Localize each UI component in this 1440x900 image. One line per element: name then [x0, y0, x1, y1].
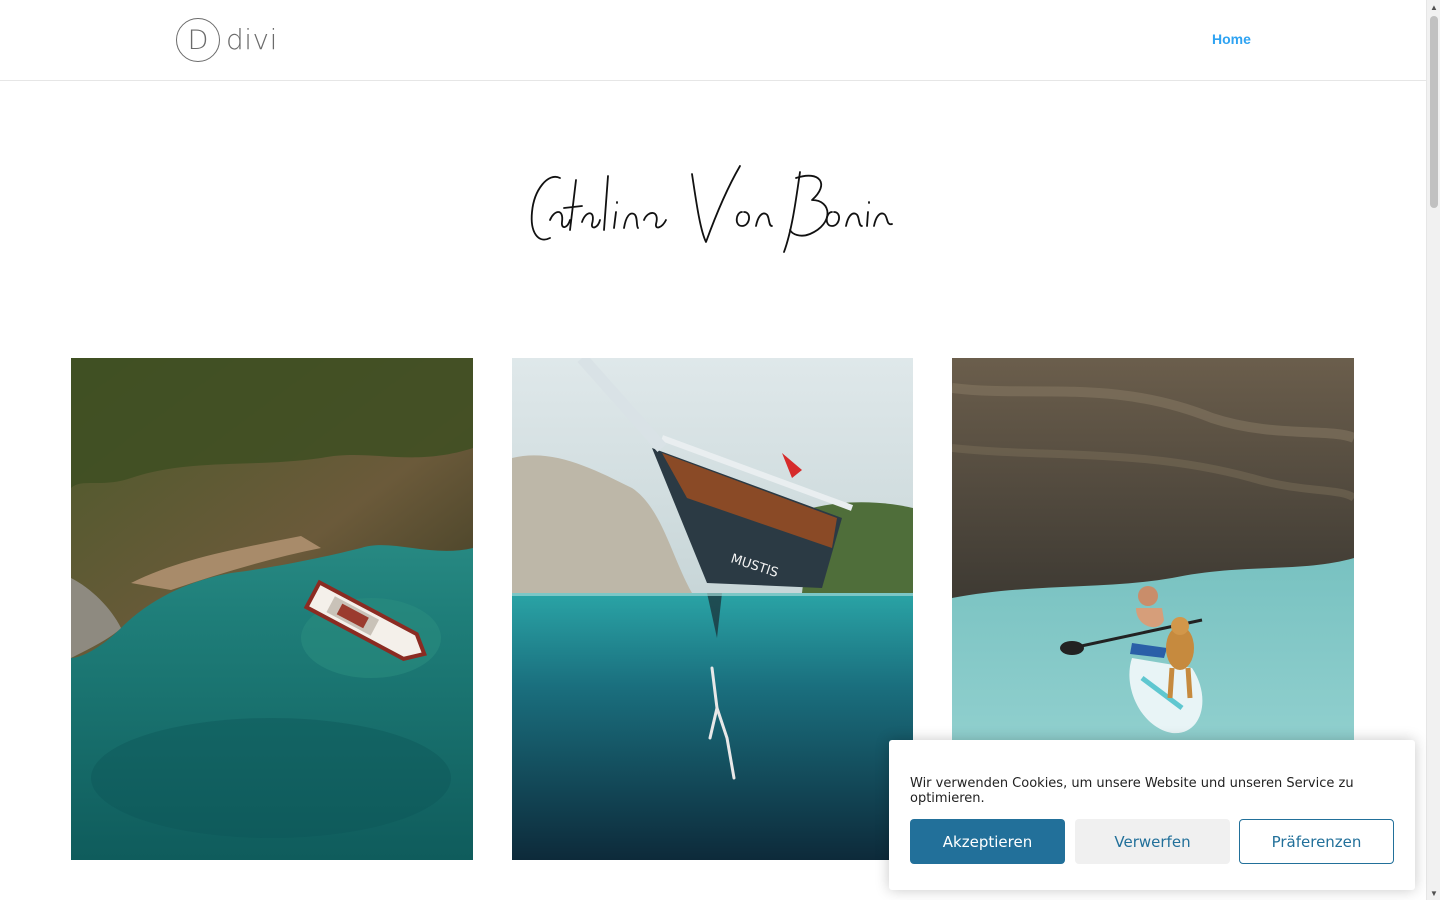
gallery-photo-underwater-split[interactable]: MUSTIS [512, 358, 913, 860]
divi-logo[interactable]: D divi [176, 18, 278, 62]
scroll-down-arrow-icon[interactable]: ▼ [1427, 886, 1440, 900]
scroll-up-arrow-icon[interactable]: ▲ [1427, 0, 1440, 14]
accept-cookies-button[interactable]: Akzeptieren [910, 819, 1065, 864]
cookie-message: Wir verwenden Cookies, um unsere Website… [910, 776, 1354, 806]
scrollbar-thumb[interactable] [1430, 16, 1438, 208]
site-header: D divi Home [0, 0, 1426, 81]
cookie-consent-banner: Wir verwenden Cookies, um unsere Website… [889, 740, 1415, 890]
nav-home-link[interactable]: Home [1212, 31, 1251, 47]
cookie-preferences-button[interactable]: Präferenzen [1239, 819, 1394, 864]
logo-text: divi [226, 22, 278, 56]
signature-logo [520, 150, 900, 260]
page-scrollbar[interactable]: ▲ ▼ [1426, 0, 1440, 900]
logo-mark: D [176, 18, 220, 62]
gallery-photo-bay-aerial[interactable] [71, 358, 473, 860]
reject-cookies-button[interactable]: Verwerfen [1075, 819, 1230, 864]
